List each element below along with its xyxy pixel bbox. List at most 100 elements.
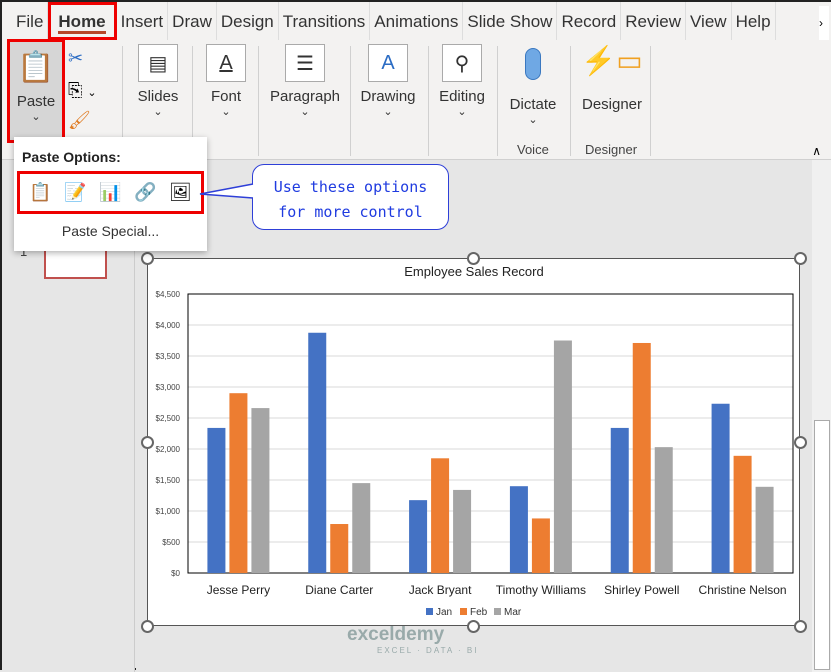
- chart-svg: Employee Sales Record $0 $500 $1,000 $1,500 $…: [156, 264, 794, 618]
- chevron-down-icon: ⌄: [31, 111, 41, 123]
- watermark-logo: exceldemy EXCEL · DATA · BI: [347, 624, 479, 655]
- bar-feb: [632, 342, 651, 573]
- y-tick-label: $4,500: [156, 290, 181, 299]
- paragraph-button[interactable]: ☰ Paragraph ⌄: [268, 44, 342, 118]
- use-destination-theme-icon[interactable]: 📋: [29, 182, 51, 203]
- chart[interactable]: Employee Sales Record $0 $500 $1,000 $1,500 $…: [147, 258, 800, 626]
- tab-record[interactable]: Record: [557, 2, 622, 40]
- resize-handle[interactable]: [141, 436, 154, 449]
- tab-animations[interactable]: Animations: [370, 2, 464, 40]
- bar-mar: [654, 447, 673, 573]
- resize-handle[interactable]: [141, 252, 154, 265]
- tab-review[interactable]: Review: [621, 2, 687, 40]
- embed-workbook-icon[interactable]: 📊: [99, 182, 121, 203]
- bar-feb: [733, 455, 752, 573]
- tab-slide-show[interactable]: Slide Show: [463, 2, 558, 40]
- y-tick-label: $0: [171, 569, 180, 578]
- y-tick-label: $4,000: [156, 321, 181, 330]
- copy-icon[interactable]: ⎘ ⌄: [68, 80, 97, 101]
- plot-area: [187, 293, 794, 574]
- collapse-ribbon-icon[interactable]: ∧: [812, 144, 821, 158]
- tab-transitions[interactable]: Transitions: [279, 2, 371, 40]
- vertical-scrollbar[interactable]: [812, 160, 831, 672]
- cut-icon[interactable]: ✂: [68, 48, 83, 69]
- editing-button[interactable]: ⚲ Editing ⌄: [436, 44, 488, 118]
- x-category-label: Jack Bryant: [409, 583, 472, 597]
- tab-help[interactable]: Help: [732, 2, 776, 40]
- callout-pointer: [199, 183, 254, 199]
- ribbon-tabs: File Home Insert Draw Design Transitions Anima…: [2, 2, 831, 40]
- legend-swatch-feb: [460, 608, 467, 615]
- legend-swatch-mar: [494, 608, 501, 615]
- bar-mar: [251, 408, 270, 573]
- resize-handle[interactable]: [141, 620, 154, 633]
- bar-jan: [711, 403, 730, 573]
- slides-button[interactable]: ▤ Slides ⌄: [136, 44, 180, 118]
- drawing-button[interactable]: A Drawing ⌄: [358, 44, 418, 118]
- bar-feb: [431, 458, 450, 573]
- dictate-button[interactable]: Dictate ⌄: [505, 44, 561, 126]
- resize-handle[interactable]: [467, 620, 480, 633]
- y-tick-label: $1,000: [156, 507, 181, 516]
- paste-special-item[interactable]: Paste Special...: [14, 223, 207, 239]
- y-tick-label: $2,500: [156, 414, 181, 423]
- paste-options-group: 📋 📝 📊 🔗 🖼: [17, 171, 204, 214]
- y-tick-label: $3,500: [156, 352, 181, 361]
- microphone-icon: [525, 48, 541, 80]
- tab-file[interactable]: File: [12, 2, 49, 40]
- format-painter-icon[interactable]: 🖌: [68, 110, 91, 131]
- designer-icon: ⚡▭: [581, 45, 643, 76]
- bar-jan: [308, 332, 327, 573]
- bar-mar: [352, 483, 371, 573]
- x-category-label: Christine Nelson: [699, 583, 787, 597]
- x-category-label: Jesse Perry: [207, 583, 270, 597]
- bar-jan: [207, 427, 226, 573]
- slides-icon: ▤: [138, 44, 178, 82]
- legend-label: Jan: [436, 607, 452, 618]
- legend-label: Feb: [470, 607, 488, 618]
- tab-insert[interactable]: Insert: [117, 2, 169, 40]
- bar-mar: [453, 489, 472, 573]
- keep-source-link-icon[interactable]: 🔗: [134, 182, 156, 203]
- resize-handle[interactable]: [794, 252, 807, 265]
- resize-handle[interactable]: [467, 252, 480, 265]
- legend-label: Mar: [504, 607, 522, 618]
- tab-draw[interactable]: Draw: [168, 2, 217, 40]
- x-category-label: Timothy Williams: [496, 583, 586, 597]
- y-tick-label: $3,000: [156, 383, 181, 392]
- bar-feb: [531, 518, 550, 573]
- x-category-label: Shirley Powell: [604, 583, 679, 597]
- resize-handle[interactable]: [794, 620, 807, 633]
- callout-annotation: Use these options for more control: [252, 164, 449, 230]
- bar-mar: [755, 486, 774, 573]
- picture-icon[interactable]: 🖼: [169, 182, 192, 203]
- y-tick-label: $500: [162, 538, 180, 547]
- bar-feb: [229, 393, 248, 573]
- y-tick-label: $1,500: [156, 476, 181, 485]
- font-button[interactable]: A Font ⌄: [204, 44, 248, 118]
- y-tick-label: $2,000: [156, 445, 181, 454]
- x-category-label: Diane Carter: [305, 583, 373, 597]
- bar-jan: [610, 427, 629, 573]
- clipboard-icon: 📋: [17, 51, 55, 84]
- tab-home[interactable]: Home: [48, 2, 117, 40]
- paste-options-menu: Paste Options: 📋 📝 📊 🔗 🖼 Paste Special...: [14, 137, 207, 251]
- paste-button[interactable]: 📋 Paste ⌄: [7, 39, 65, 143]
- legend-swatch-jan: [426, 608, 433, 615]
- more-tabs-chevron-icon[interactable]: ›: [819, 6, 829, 40]
- paragraph-icon: ☰: [285, 44, 325, 82]
- bar-feb: [330, 524, 349, 573]
- designer-button[interactable]: ⚡▭ Designer: [580, 44, 644, 113]
- shapes-icon: A: [368, 44, 408, 82]
- tab-design[interactable]: Design: [217, 2, 279, 40]
- bar-jan: [509, 486, 528, 573]
- bar-jan: [409, 500, 428, 573]
- chart-title: Employee Sales Record: [404, 264, 543, 279]
- resize-handle[interactable]: [794, 436, 807, 449]
- font-icon: A: [206, 44, 246, 82]
- tab-view[interactable]: View: [686, 2, 732, 40]
- bar-mar: [553, 340, 572, 573]
- keep-source-formatting-icon[interactable]: 📝: [64, 182, 86, 203]
- search-icon: ⚲: [442, 44, 482, 82]
- scrollbar-thumb[interactable]: [814, 420, 830, 670]
